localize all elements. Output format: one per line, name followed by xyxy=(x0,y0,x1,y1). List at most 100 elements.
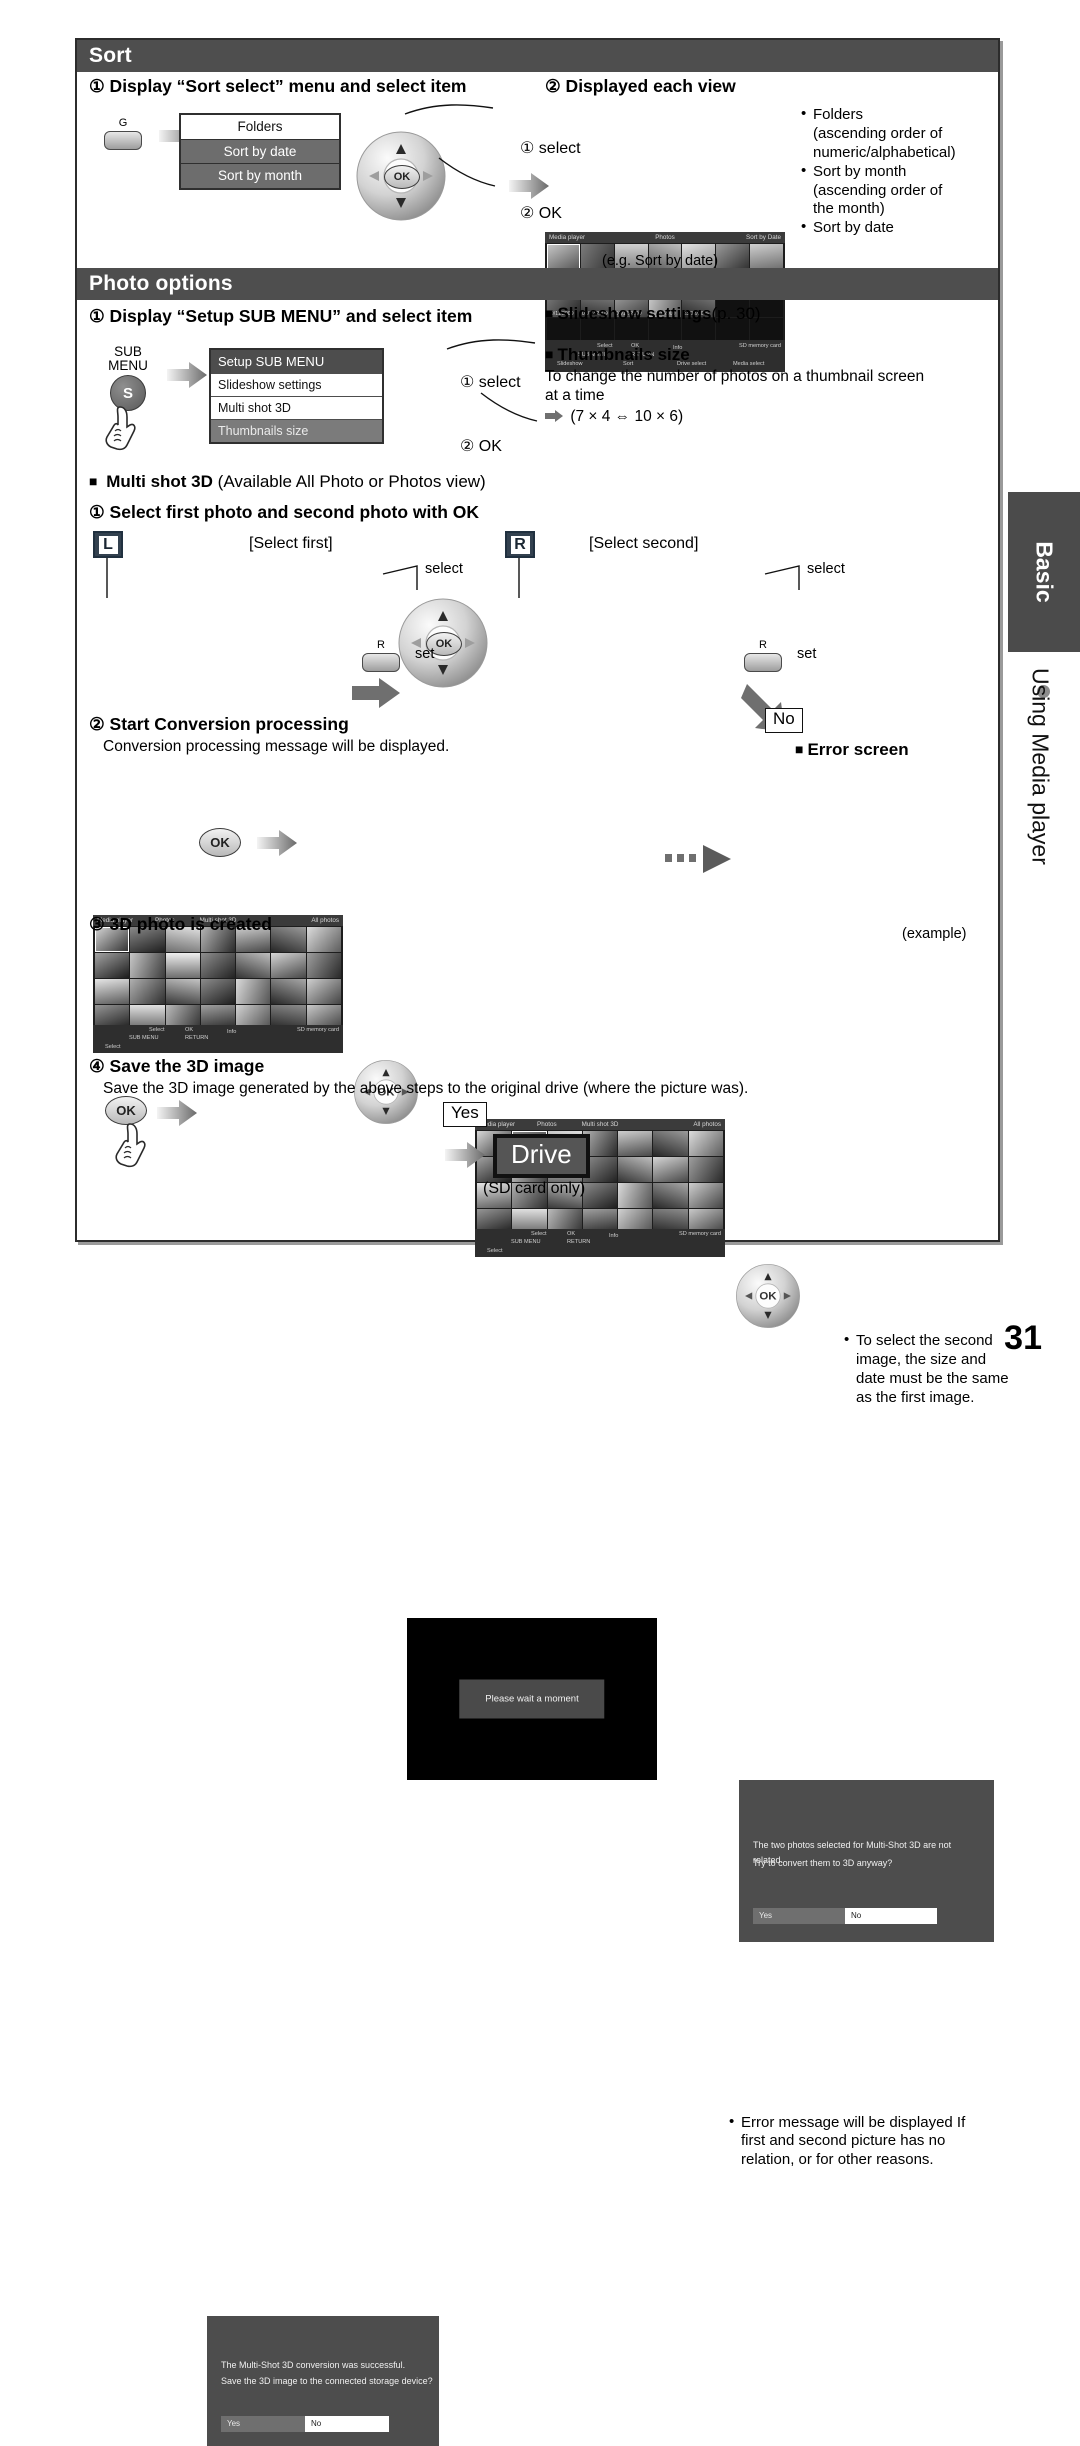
thumbnail-cell[interactable] xyxy=(165,953,200,978)
sort-step1: ① Display “Sort select” menu and select … xyxy=(89,76,544,96)
arrow-to-drive-icon xyxy=(445,1142,485,1173)
drive-button[interactable]: Drive xyxy=(493,1134,590,1178)
sort-note-folders-l2: (ascending order of xyxy=(813,124,943,142)
hand-pointer-icon xyxy=(115,1123,146,1168)
ok-key-group-conversion: OK xyxy=(199,828,241,857)
thumbnail-cell[interactable] xyxy=(618,1131,653,1156)
sort-note-folders-l3: numeric/alphabetical) xyxy=(813,143,956,161)
screen-title-center: Photos xyxy=(655,234,675,241)
r-key-button[interactable] xyxy=(362,653,400,672)
dpad-photo-options[interactable]: OK xyxy=(397,597,489,689)
set-label-left: set xyxy=(415,646,435,662)
multi-shot-select-label: select xyxy=(425,561,463,577)
thumbnails-size-heading: Thumbnails size xyxy=(545,345,995,365)
screen-topbar: Media player Photos Multi shot 3D All ph… xyxy=(475,1119,725,1130)
setup-sub-menu-item-multi-shot-3d[interactable]: Multi shot 3D xyxy=(211,396,382,419)
screen-title-right: All photos xyxy=(693,1121,721,1128)
thumbnail-cell[interactable] xyxy=(200,979,236,1004)
arrow-to-screen-icon xyxy=(509,173,549,204)
setup-sub-menu-item-slideshow-settings[interactable]: Slideshow settings xyxy=(211,373,382,396)
sort-note-date: Sort by date xyxy=(799,218,999,238)
multi-shot-select-label-right: select xyxy=(807,561,845,577)
sort-menu-item-sort-by-date[interactable]: Sort by date xyxy=(181,139,339,164)
error-note: Error message will be displayed If first… xyxy=(727,2113,991,2171)
thumbnail-cell[interactable] xyxy=(688,1183,723,1208)
multi-shot-3d-label: Multi shot 3D xyxy=(106,472,213,491)
thumbnail-cell[interactable] xyxy=(653,1157,688,1182)
error-dialog-no-button[interactable]: No xyxy=(845,1907,937,1924)
tag-left-leader-line xyxy=(106,558,108,598)
thumbnail-cell[interactable] xyxy=(200,953,236,978)
wait-message: Please wait a moment xyxy=(459,1679,605,1719)
thumbnail-cell[interactable] xyxy=(95,979,130,1004)
thumbnail-cell[interactable] xyxy=(95,953,130,978)
thumbnail-cell[interactable] xyxy=(130,979,165,1004)
thumbnail-cell[interactable] xyxy=(688,1157,723,1182)
error-dialog-yes-button[interactable]: Yes xyxy=(753,1907,845,1924)
section-header-photo-options: Photo options xyxy=(77,268,998,300)
footer-key-select: Select xyxy=(105,1044,121,1050)
sort-step2-title: ② Displayed each view xyxy=(545,76,736,96)
r-key-group-left: R xyxy=(353,640,409,672)
thumbnail-cell[interactable] xyxy=(236,979,271,1004)
error-dialog-buttons: Yes No xyxy=(753,1907,937,1924)
footer-info-label: Info xyxy=(227,1029,237,1035)
thumbnail-cell[interactable] xyxy=(165,979,200,1004)
thumbnail-cell[interactable] xyxy=(130,953,165,978)
setup-sub-menu[interactable]: Setup SUB MENU Slideshow settings Multi … xyxy=(209,348,384,444)
thumbnail-cell[interactable] xyxy=(271,953,306,978)
screen-title-right: All photos xyxy=(311,917,339,924)
hand-pointer-icon xyxy=(105,406,136,451)
footer-submenu-label: SUB MENU xyxy=(129,1035,159,1041)
sort-menu-item-sort-by-month[interactable]: Sort by month xyxy=(181,164,339,188)
thumbnail-cell[interactable] xyxy=(653,1131,688,1156)
thumbnail-cell[interactable] xyxy=(653,1183,688,1208)
sort-select-menu[interactable]: Folders Sort by date Sort by month xyxy=(179,113,341,190)
ok-button[interactable]: OK xyxy=(199,828,241,857)
dpad-multi-shot-right[interactable]: OK xyxy=(735,1263,801,1329)
sort-menu-item-folders[interactable]: Folders xyxy=(181,115,339,140)
sort-select-callout: ① select xyxy=(520,140,581,157)
ok-button[interactable]: OK xyxy=(105,1096,147,1125)
thumbnail-cell[interactable] xyxy=(306,953,341,978)
select-first-caption: [Select first] xyxy=(249,535,333,552)
arrow-between-screens-icon xyxy=(352,678,400,713)
r-key-button[interactable] xyxy=(744,653,782,672)
green-key-button[interactable] xyxy=(104,131,142,150)
thumbnail-cell[interactable] xyxy=(618,1183,653,1208)
thumbnail-cell[interactable] xyxy=(688,1131,723,1156)
content-frame: Sort ① Display “Sort select” menu and se… xyxy=(75,38,1009,2446)
thumbnail-cell[interactable] xyxy=(618,1157,653,1182)
page-number: 31 xyxy=(1004,1319,1042,1357)
thumbnail-cell[interactable] xyxy=(306,979,341,1004)
sort-note-folders: Folders xyxy=(799,105,999,125)
side-tab-basic: Basic xyxy=(1008,492,1080,652)
slideshow-settings-block: Slideshow settings(p. 30) xyxy=(545,304,990,324)
footer-card-label: SD memory card xyxy=(679,1231,721,1237)
thumbnail-cell[interactable] xyxy=(582,1183,618,1208)
footer-return-label: RETURN xyxy=(185,1035,209,1041)
setup-sub-menu-item-thumbnails-size[interactable]: Thumbnails size xyxy=(211,419,382,442)
sort-ok-callout: ② OK xyxy=(520,205,562,222)
footer-select-label: Select xyxy=(149,1027,165,1033)
conversion-step2-body: Conversion processing message will be di… xyxy=(103,738,450,755)
screen-footer: Select OK SUB MENU RETURN Info SD memory… xyxy=(475,1229,725,1257)
screen-title-right: Sort by Date xyxy=(746,234,781,241)
dotted-arrow-icon xyxy=(665,845,731,873)
screen-topbar: Media player Photos Sort by Date xyxy=(545,232,785,243)
set-label-right: set xyxy=(797,646,817,662)
setup-sub-menu-title: Setup SUB MENU xyxy=(211,350,382,373)
conversion-wait-screen: Please wait a moment xyxy=(407,1617,657,1780)
save-dialog: The Multi-Shot 3D conversion was success… xyxy=(207,2316,439,2446)
thumbnail-cell[interactable] xyxy=(271,979,306,1004)
sort-note-month-l3: the month) xyxy=(813,200,885,218)
thumbnail-cell[interactable] xyxy=(271,927,306,952)
no-path-box: No xyxy=(765,708,803,733)
save-dialog-yes-button[interactable]: Yes xyxy=(221,2416,305,2433)
thumbnail-cell[interactable] xyxy=(306,927,341,952)
save-dialog-no-button[interactable]: No xyxy=(305,2416,389,2433)
r-key-label: R xyxy=(759,639,767,651)
thumbnail-cell[interactable] xyxy=(236,953,271,978)
arrow-bullet-icon xyxy=(545,409,563,422)
green-key-label: G xyxy=(118,117,128,129)
